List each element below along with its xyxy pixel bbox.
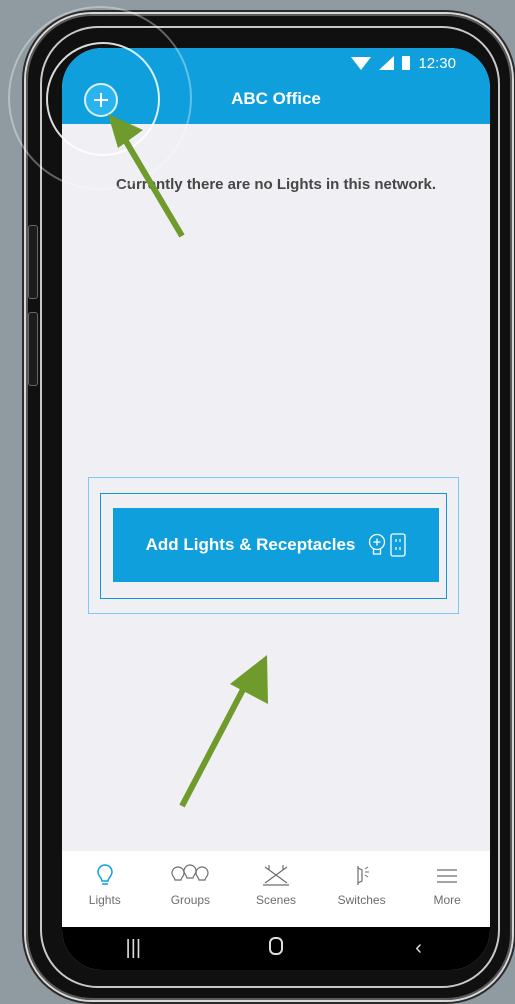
arrow-to-add-button: [108, 114, 185, 238]
annotation-arrows: [108, 114, 268, 808]
arrow-to-add-lights-button: [179, 655, 268, 808]
